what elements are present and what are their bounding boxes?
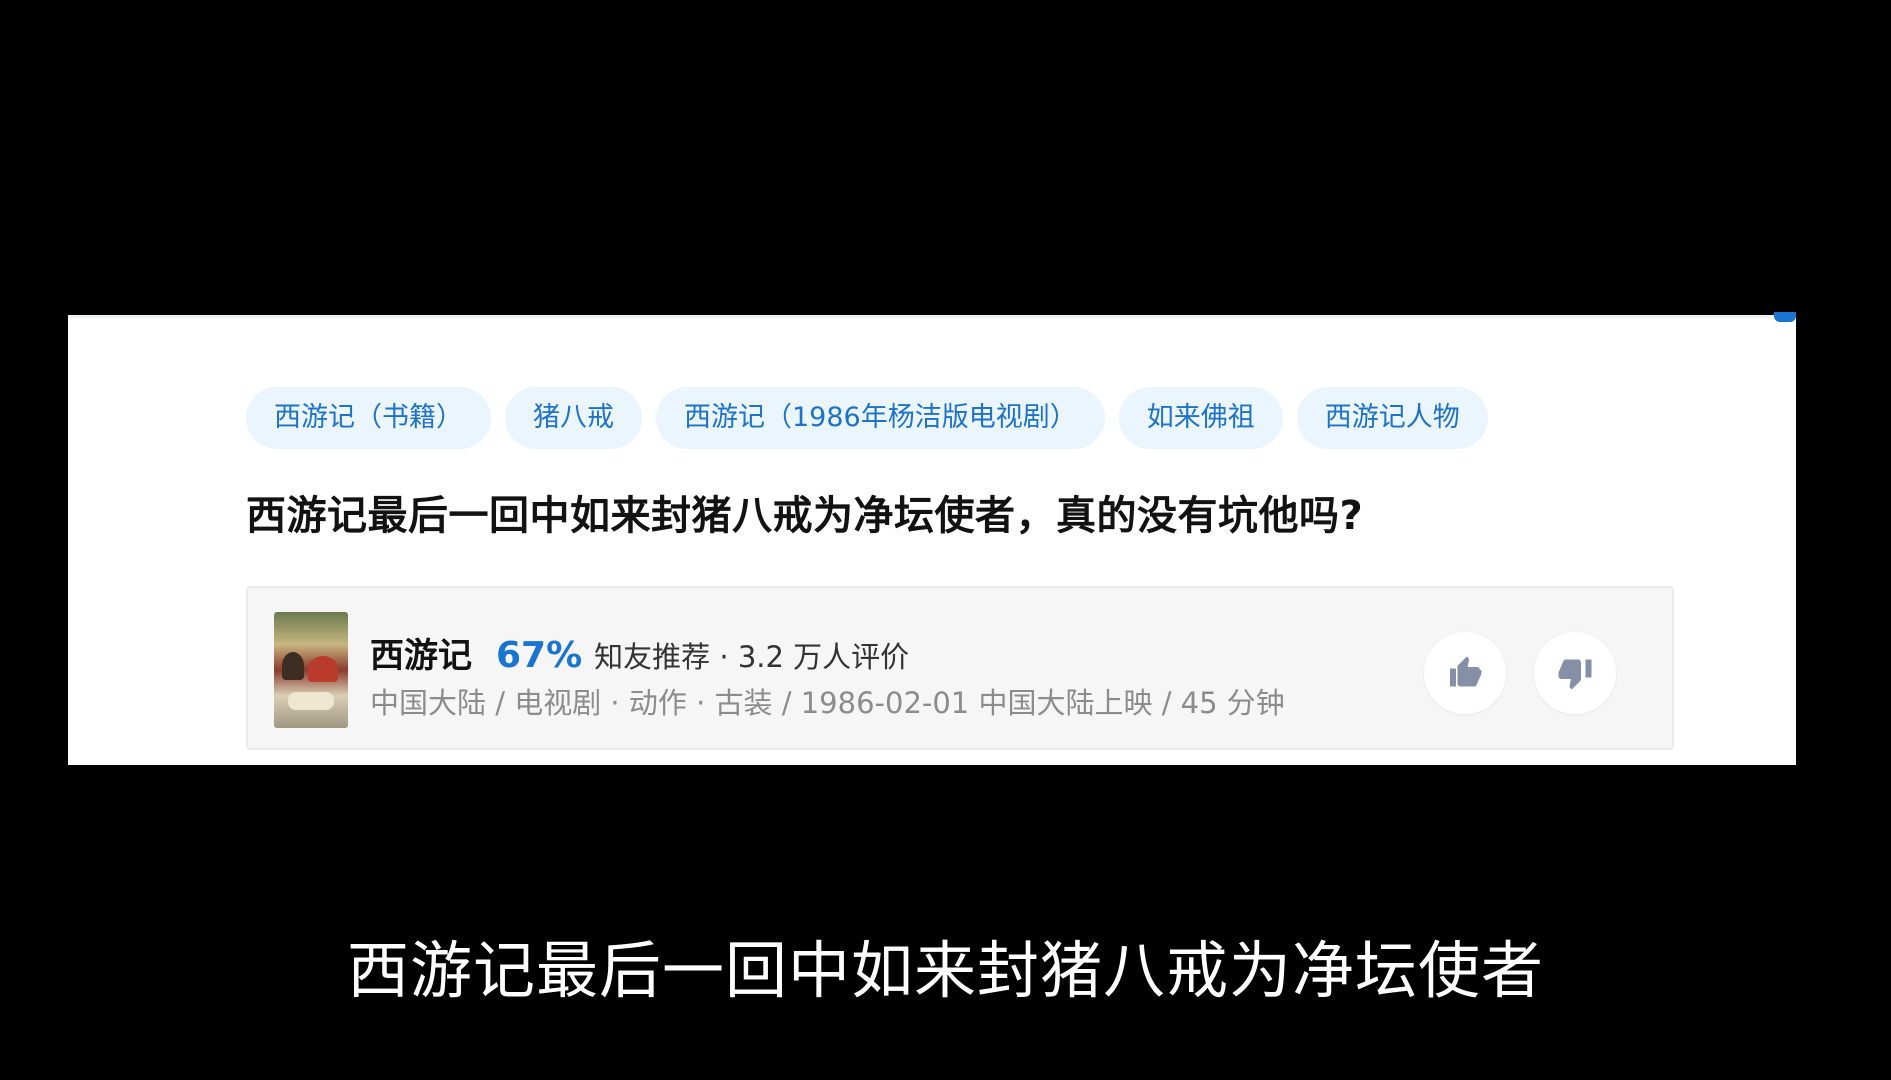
like-button[interactable] bbox=[1424, 632, 1506, 714]
rating-percent: 67% bbox=[496, 635, 583, 676]
topic-tags: 西游记（书籍） 猪八戒 西游记（1986年杨洁版电视剧） 如来佛祖 西游记人物 bbox=[246, 387, 1488, 449]
topic-tag-xiyouji-1986[interactable]: 西游记（1986年杨洁版电视剧） bbox=[656, 387, 1105, 449]
video-subtitle: 西游记最后一回中如来封猪八戒为净坛使者 bbox=[346, 934, 1544, 1007]
thumbs-down-icon bbox=[1558, 659, 1592, 690]
rating-summary: 知友推荐 · 3.2 万人评价 bbox=[594, 640, 910, 674]
topic-tag-zhubajie[interactable]: 猪八戒 bbox=[505, 387, 642, 449]
poster-figure-3 bbox=[288, 692, 334, 710]
video-frame: 西游记（书籍） 猪八戒 西游记（1986年杨洁版电视剧） 如来佛祖 西游记人物 … bbox=[0, 0, 1891, 1080]
media-poster[interactable] bbox=[274, 612, 348, 728]
poster-figure-2 bbox=[308, 656, 338, 682]
poster-figure-1 bbox=[282, 652, 304, 680]
topic-tag-xiyouji-book[interactable]: 西游记（书籍） bbox=[246, 387, 491, 449]
media-title[interactable]: 西游记 bbox=[370, 628, 472, 677]
media-rating-row: 西游记 67% 知友推荐 · 3.2 万人评价 bbox=[370, 628, 909, 677]
corner-accent bbox=[1774, 312, 1796, 322]
media-card[interactable]: 西游记 67% 知友推荐 · 3.2 万人评价 中国大陆 / 电视剧 · 动作 … bbox=[246, 586, 1674, 750]
dislike-button[interactable] bbox=[1534, 632, 1616, 714]
topic-tag-rulai[interactable]: 如来佛祖 bbox=[1118, 387, 1283, 449]
question-title[interactable]: 西游记最后一回中如来封猪八戒为净坛使者，真的没有坑他吗? bbox=[246, 483, 1363, 541]
question-panel: 西游记（书籍） 猪八戒 西游记（1986年杨洁版电视剧） 如来佛祖 西游记人物 … bbox=[68, 312, 1796, 765]
media-meta: 中国大陆 / 电视剧 · 动作 · 古装 / 1986-02-01 中国大陆上映… bbox=[370, 686, 1285, 720]
topic-tag-xiyouji-characters[interactable]: 西游记人物 bbox=[1296, 387, 1488, 449]
thumbs-up-icon bbox=[1450, 656, 1482, 687]
